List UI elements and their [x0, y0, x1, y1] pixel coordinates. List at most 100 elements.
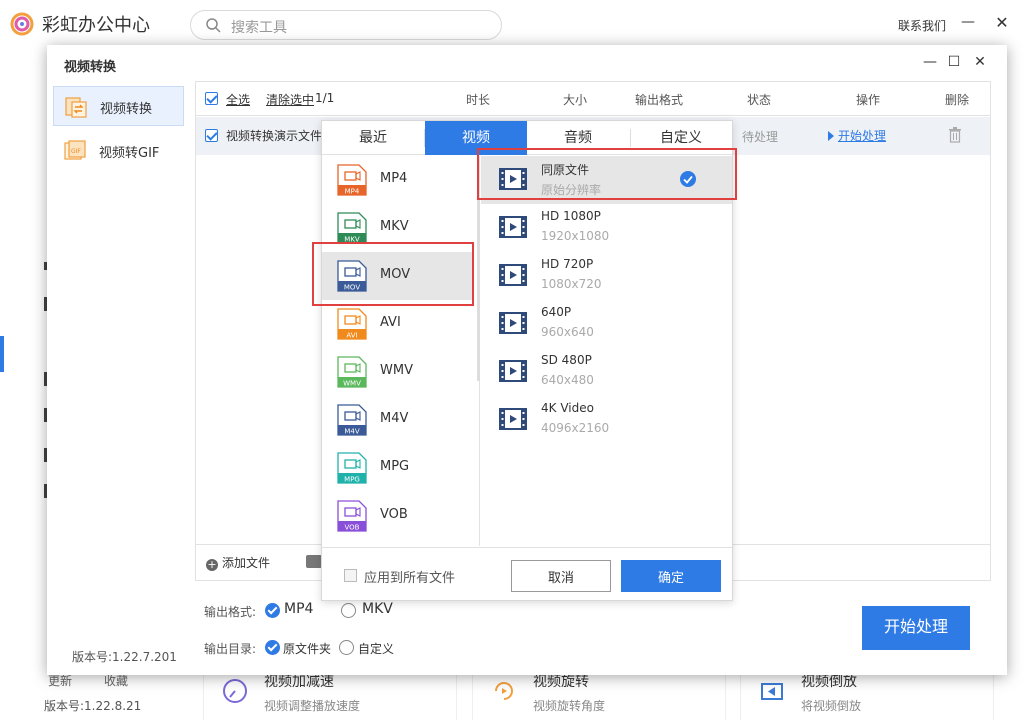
- search-placeholder: 搜索工具: [231, 20, 287, 36]
- file-type-tag: AVI: [346, 331, 357, 339]
- svg-text:GIF: GIF: [71, 148, 81, 155]
- format-item-vob[interactable]: VOB VOB: [322, 492, 474, 540]
- add-file-label: 添加文件: [222, 556, 271, 570]
- highlight-box-same-as-source: [477, 148, 737, 200]
- file-type-tag: M4V: [344, 427, 359, 435]
- app-title: 彩虹办公中心: [42, 15, 150, 36]
- sidebar-item-label: 视频转GIF: [99, 146, 160, 161]
- file-type-tag: MP4: [345, 187, 360, 195]
- resolution-subtitle: 4096x2160: [541, 421, 610, 435]
- output-dir-label: 输出目录:: [204, 642, 257, 656]
- resolution-title: SD 480P: [541, 353, 592, 367]
- column-header-output-format: 输出格式: [635, 93, 684, 107]
- resolution-list: 同原文件 原始分辨率 HD 1080P 1920x1080 HD 720P 1080x72…: [481, 156, 732, 546]
- selection-count: 1/1: [315, 91, 335, 105]
- resolution-item[interactable]: HD 1080P 1920x1080: [481, 204, 732, 252]
- tab-recent[interactable]: 最近: [322, 121, 424, 155]
- search-box[interactable]: 搜索工具: [190, 10, 502, 40]
- radio-source-folder[interactable]: [265, 640, 280, 655]
- tool-card-desc: 视频调整播放速度: [264, 699, 361, 713]
- sidebar-item-video-convert[interactable]: 视频转换: [53, 86, 184, 126]
- start-process-button[interactable]: 开始处理: [862, 606, 970, 650]
- sidebar-item-video-to-gif[interactable]: GIF 视频转GIF: [53, 131, 184, 171]
- select-all-label[interactable]: 全选: [226, 91, 250, 108]
- contact-link[interactable]: 联系我们: [898, 17, 946, 34]
- resolution-title: HD 720P: [541, 257, 594, 271]
- apply-all-label[interactable]: 应用到所有文件: [364, 567, 455, 586]
- resolution-subtitle: 960x640: [541, 325, 594, 339]
- file-type-tag: MPG: [344, 475, 360, 483]
- tool-card-speed[interactable]: 视频加减速 视频调整播放速度: [203, 672, 457, 720]
- column-header-action: 操作: [856, 93, 881, 107]
- app-minimize-button[interactable]: —: [960, 14, 976, 34]
- column-header-delete: 删除: [945, 93, 970, 107]
- clear-selected-link[interactable]: 清除选中: [266, 91, 314, 108]
- app-close-button[interactable]: ✕: [994, 13, 1010, 33]
- file-table-header: 全选 清除选中 1/1 时长 大小 输出格式 状态 操作 删除: [196, 82, 990, 116]
- format-panel-footer: 应用到所有文件 取消 确定: [322, 547, 732, 601]
- format-item-avi[interactable]: AVI AVI: [322, 300, 474, 348]
- film-strip-icon: [499, 360, 527, 382]
- add-file-button[interactable]: + 添加文件: [206, 554, 270, 571]
- tool-card-rotate[interactable]: 视频旋转 视频旋转角度: [472, 672, 726, 720]
- dialog-sidebar: 视频转换 GIF 视频转GIF: [47, 81, 189, 675]
- format-list: MP4 MP4 MKV MKV MOV MOV AVI AVI WMV WMV M4V M4V MPG M…: [322, 156, 480, 546]
- resolution-item[interactable]: SD 480P 640x480: [481, 348, 732, 396]
- trash-icon[interactable]: [948, 127, 962, 143]
- row-checkbox[interactable]: [205, 129, 218, 142]
- select-all-checkbox[interactable]: [205, 92, 218, 105]
- cancel-button[interactable]: 取消: [511, 560, 611, 592]
- format-item-label: WMV: [380, 363, 413, 378]
- format-item-mpg[interactable]: MPG MPG: [322, 444, 474, 492]
- search-icon: [206, 18, 221, 33]
- video-file-icon: AVI: [337, 308, 367, 340]
- rainbow-logo-icon: [10, 12, 34, 36]
- apply-all-checkbox[interactable]: [344, 569, 357, 582]
- dialog-minimize-button[interactable]: —: [921, 53, 939, 71]
- rotate-icon: [495, 682, 513, 700]
- speedometer-icon: [223, 679, 247, 703]
- resolution-item[interactable]: HD 720P 1080x720: [481, 252, 732, 300]
- reverse-play-icon: [761, 683, 783, 700]
- resolution-title: 640P: [541, 305, 572, 319]
- sidebar-item-label: 视频转换: [100, 102, 153, 117]
- app-version: 版本号:1.22.8.21: [44, 699, 142, 713]
- video-file-icon: MPG: [337, 452, 367, 484]
- format-item-m4v[interactable]: M4V M4V: [322, 396, 474, 444]
- video-file-icon: WMV: [337, 356, 367, 388]
- radio-mp4-label[interactable]: MP4: [284, 601, 313, 617]
- resolution-item[interactable]: 4K Video 4096x2160: [481, 396, 732, 444]
- tool-card-reverse[interactable]: 视频倒放 将视频倒放: [740, 672, 994, 720]
- row-file-name: 视频转换演示文件: [226, 129, 323, 143]
- column-header-size: 大小: [563, 93, 588, 107]
- confirm-button[interactable]: 确定: [621, 560, 721, 592]
- sidebar-active-marker: [0, 336, 4, 372]
- row-start-label: 开始处理: [838, 129, 887, 143]
- format-item-label: MKV: [380, 219, 409, 234]
- video-file-icon: MP4: [337, 164, 367, 196]
- resolution-item[interactable]: 640P 960x640: [481, 300, 732, 348]
- format-item-label: AVI: [380, 315, 401, 330]
- highlight-box-mov: [312, 242, 474, 306]
- column-header-duration: 时长: [466, 93, 491, 107]
- radio-mp4[interactable]: [265, 603, 280, 618]
- dialog-close-button[interactable]: ✕: [971, 53, 989, 71]
- format-item-wmv[interactable]: WMV WMV: [322, 348, 474, 396]
- film-strip-icon: [499, 216, 527, 238]
- resolution-title: HD 1080P: [541, 209, 601, 223]
- row-start-button[interactable]: 开始处理: [828, 127, 886, 144]
- row-status: 待处理: [742, 130, 779, 144]
- format-item-mp4[interactable]: MP4 MP4: [322, 156, 474, 204]
- radio-mkv-label[interactable]: MKV: [362, 601, 393, 617]
- video-file-icon: M4V: [337, 404, 367, 436]
- format-item-label: MP4: [380, 171, 408, 186]
- format-item-label: VOB: [380, 507, 408, 522]
- tool-card-desc: 视频旋转角度: [533, 699, 606, 713]
- radio-custom-dir-label[interactable]: 自定义: [358, 640, 394, 657]
- dialog-maximize-button[interactable]: ☐: [945, 53, 963, 71]
- radio-custom-dir[interactable]: [339, 640, 354, 655]
- tool-card-desc: 将视频倒放: [801, 699, 862, 713]
- radio-mkv[interactable]: [341, 603, 356, 618]
- radio-source-folder-label[interactable]: 原文件夹: [283, 640, 331, 657]
- add-folder-icon[interactable]: [306, 555, 322, 568]
